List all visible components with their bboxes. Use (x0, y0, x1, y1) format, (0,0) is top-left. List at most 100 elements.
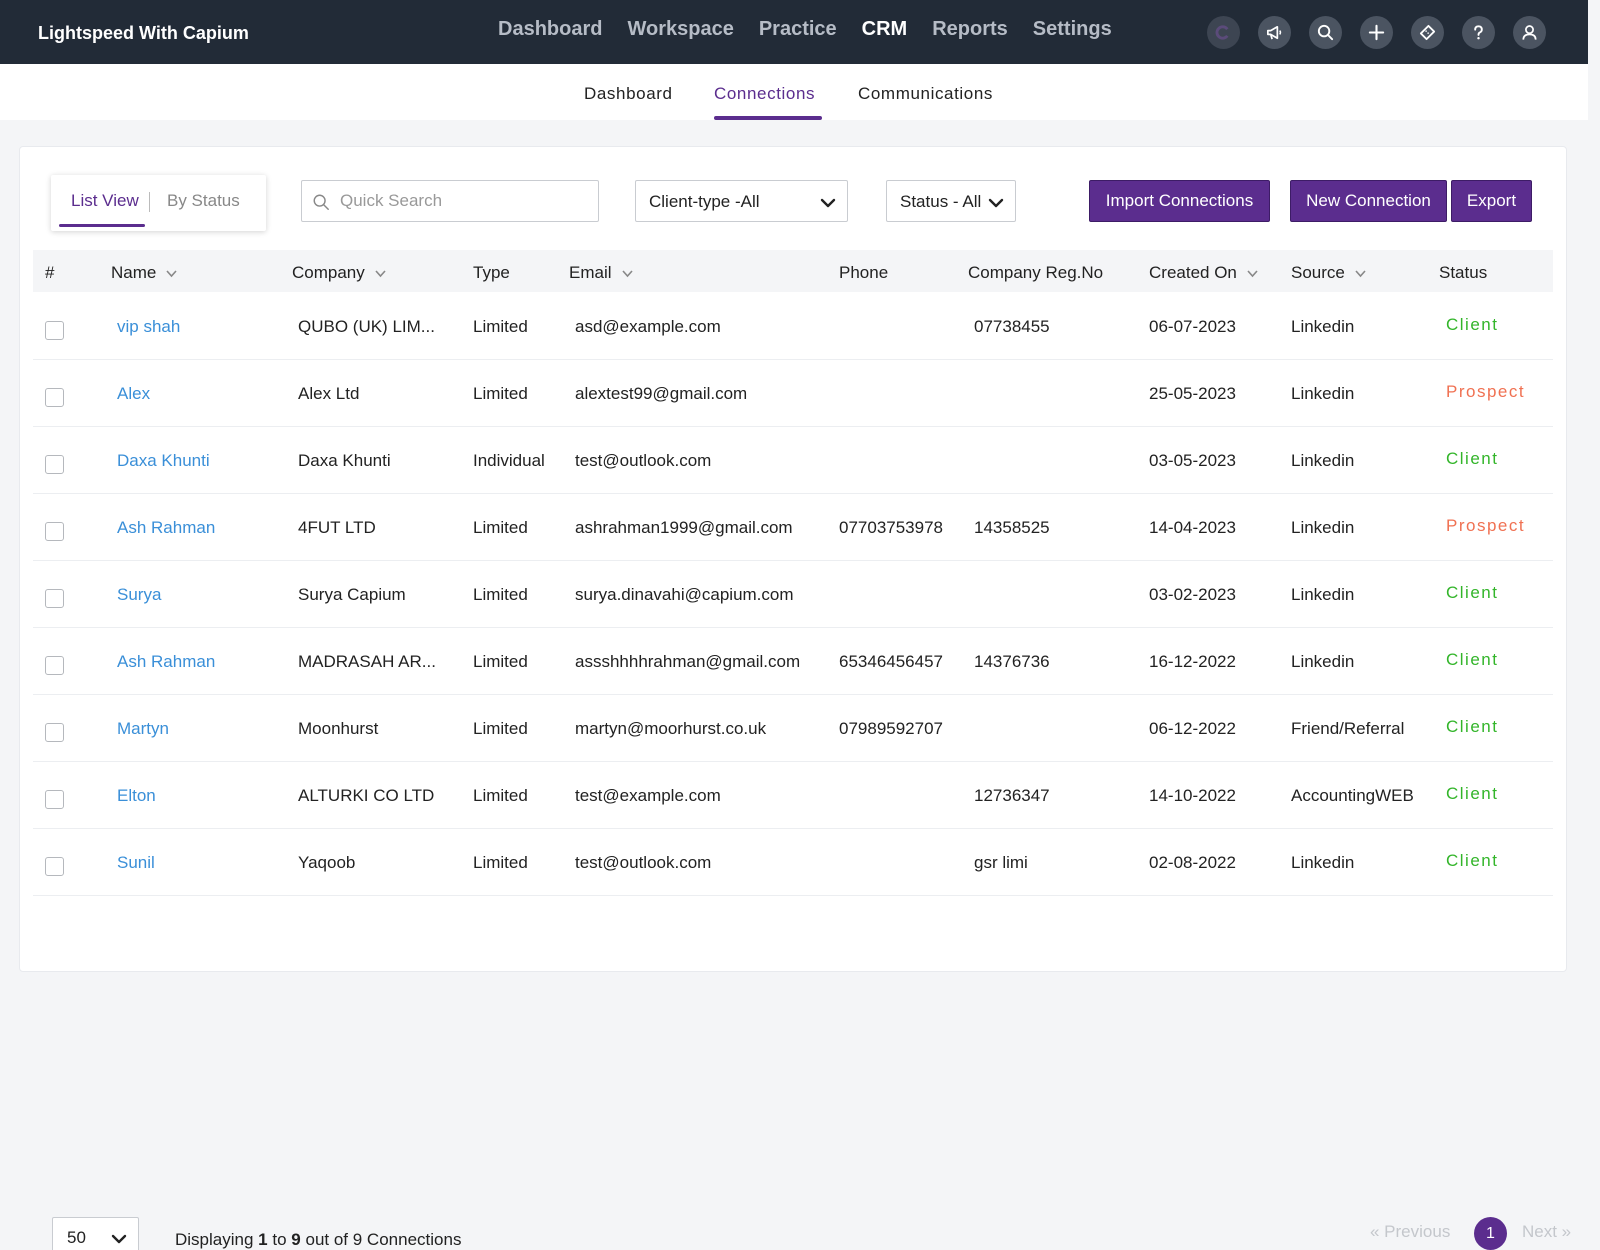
sort-chevron-icon[interactable] (1246, 267, 1259, 280)
company-cell: Daxa Khunti (298, 451, 391, 470)
tab-dashboard[interactable]: Dashboard (584, 84, 673, 104)
created-on-cell: 03-05-2023 (1149, 451, 1236, 470)
top-navbar: Lightspeed With Capium Dashboard Workspa… (0, 0, 1588, 64)
list-view-indicator (59, 224, 145, 227)
source-cell: AccountingWEB (1291, 786, 1414, 805)
created-on-cell: 14-10-2022 (1149, 786, 1236, 805)
per-page-select[interactable]: 50 (52, 1217, 139, 1250)
next-page-link[interactable]: Next » (1522, 1222, 1571, 1242)
col-source[interactable]: Source (1291, 263, 1367, 283)
email-cell: alextest99@gmail.com (575, 384, 748, 403)
nav-crm[interactable]: CRM (862, 18, 908, 41)
connection-name-link[interactable]: Elton (117, 786, 156, 806)
row-checkbox[interactable] (45, 790, 64, 809)
col-name[interactable]: Name (111, 263, 178, 283)
sort-chevron-icon[interactable] (621, 267, 634, 280)
ticket-icon[interactable] (1411, 16, 1444, 49)
previous-page-link[interactable]: « Previous (1370, 1222, 1450, 1242)
nav-practice[interactable]: Practice (759, 18, 837, 41)
row-checkbox[interactable] (45, 321, 64, 340)
new-connection-button[interactable]: New Connection (1290, 180, 1447, 222)
created-on-cell: 03-02-2023 (1149, 585, 1236, 604)
tab-connections[interactable]: Connections (714, 84, 815, 104)
status-badge: Client (1446, 583, 1499, 602)
status-badge: Prospect (1446, 516, 1526, 535)
type-cell: Limited (473, 719, 528, 738)
row-checkbox[interactable] (45, 656, 64, 675)
source-cell: Linkedin (1291, 317, 1355, 336)
email-cell: ashrahman1999@gmail.com (575, 518, 793, 537)
row-checkbox[interactable] (45, 723, 64, 742)
reg-no-cell: gsr limi (974, 853, 1028, 872)
active-tab-indicator (714, 116, 822, 120)
connection-name-link[interactable]: vip shah (117, 317, 180, 337)
email-cell: test@outlook.com (575, 451, 712, 470)
table-row: Sunil Yaqoob Limited test@outlook.com gs… (33, 829, 1553, 896)
client-type-filter[interactable]: Client-type -All (635, 180, 848, 222)
col-company[interactable]: Company (292, 263, 387, 283)
created-on-cell: 16-12-2022 (1149, 652, 1236, 671)
table-row: Daxa Khunti Daxa Khunti Individual test@… (33, 427, 1553, 494)
table-row: Martyn Moonhurst Limited martyn@moorhurs… (33, 695, 1553, 762)
chevron-down-icon (111, 1234, 127, 1244)
reg-no-cell: 12736347 (974, 786, 1050, 805)
help-icon[interactable] (1462, 16, 1495, 49)
row-checkbox[interactable] (45, 388, 64, 407)
email-cell: assshhhhrahman@gmail.com (575, 652, 801, 671)
col-email[interactable]: Email (569, 263, 634, 283)
connection-name-link[interactable]: Ash Rahman (117, 518, 215, 538)
connection-name-link[interactable]: Martyn (117, 719, 169, 739)
tab-communications[interactable]: Communications (858, 84, 993, 104)
main-nav: Dashboard Workspace Practice CRM Reports… (498, 18, 1112, 41)
sort-chevron-icon[interactable] (165, 267, 178, 280)
megaphone-icon[interactable] (1258, 16, 1291, 49)
user-icon[interactable] (1513, 16, 1546, 49)
page-1-button[interactable]: 1 (1474, 1217, 1507, 1250)
row-checkbox[interactable] (45, 455, 64, 474)
col-index: # (45, 263, 55, 282)
created-on-cell: 06-07-2023 (1149, 317, 1236, 336)
status-badge: Client (1446, 650, 1499, 669)
nav-workspace[interactable]: Workspace (627, 18, 733, 41)
connection-name-link[interactable]: Sunil (117, 853, 155, 873)
status-badge: Client (1446, 784, 1499, 803)
search-input[interactable] (340, 189, 590, 213)
sort-chevron-icon[interactable] (374, 267, 387, 280)
search-icon[interactable] (1309, 16, 1342, 49)
email-cell: test@outlook.com (575, 853, 712, 872)
import-connections-button[interactable]: Import Connections (1089, 180, 1270, 222)
connection-name-link[interactable]: Alex (117, 384, 150, 404)
header-icon-group (1207, 16, 1546, 49)
col-created-on[interactable]: Created On (1149, 263, 1259, 283)
row-checkbox[interactable] (45, 857, 64, 876)
created-on-cell: 06-12-2022 (1149, 719, 1236, 738)
export-button[interactable]: Export (1451, 180, 1532, 222)
connection-name-link[interactable]: Daxa Khunti (117, 451, 210, 471)
nav-settings[interactable]: Settings (1033, 18, 1112, 41)
per-page-value: 50 (67, 1228, 86, 1247)
sort-chevron-icon[interactable] (1354, 267, 1367, 280)
company-cell: Yaqoob (298, 853, 356, 872)
capium-logo-icon[interactable] (1207, 16, 1240, 49)
chevron-down-icon (820, 198, 836, 208)
list-view-option[interactable]: List View (71, 191, 139, 211)
connection-name-link[interactable]: Surya (117, 585, 161, 605)
phone-cell: 07703753978 (839, 518, 944, 537)
search-icon (313, 194, 329, 210)
row-checkbox[interactable] (45, 522, 64, 541)
table-row: Alex Alex Ltd Limited alextest99@gmail.c… (33, 360, 1553, 427)
status-filter[interactable]: Status - All (886, 180, 1016, 222)
type-cell: Limited (473, 652, 528, 671)
connection-name-link[interactable]: Ash Rahman (117, 652, 215, 672)
plus-icon[interactable] (1360, 16, 1393, 49)
source-cell: Linkedin (1291, 652, 1355, 671)
nav-reports[interactable]: Reports (932, 18, 1008, 41)
source-cell: Linkedin (1291, 585, 1355, 604)
by-status-option[interactable]: By Status (167, 191, 240, 211)
email-cell: surya.dinavahi@capium.com (575, 585, 794, 604)
sub-navbar: Dashboard Connections Communications (0, 64, 1588, 120)
status-filter-value: Status - All (900, 192, 982, 211)
source-cell: Linkedin (1291, 451, 1355, 470)
nav-dashboard[interactable]: Dashboard (498, 18, 602, 41)
row-checkbox[interactable] (45, 589, 64, 608)
